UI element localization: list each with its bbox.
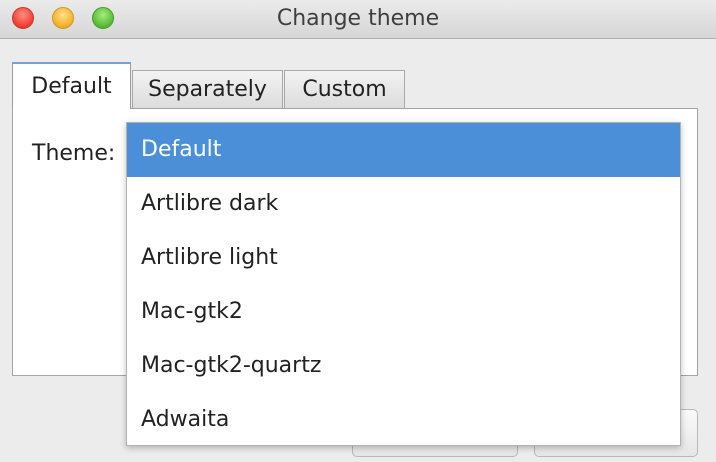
theme-option-mac-gtk2-quartz[interactable]: Mac-gtk2-quartz: [127, 339, 680, 393]
title-bar[interactable]: Change theme: [0, 0, 716, 39]
change-theme-window: Change theme Default Separately Custom T…: [0, 0, 716, 462]
theme-option-adwaita[interactable]: Adwaita: [127, 393, 680, 447]
theme-option-default[interactable]: Default: [127, 123, 680, 177]
tab-custom[interactable]: Custom: [284, 70, 405, 108]
theme-option-mac-gtk2[interactable]: Mac-gtk2: [127, 285, 680, 339]
tab-separately[interactable]: Separately: [132, 70, 283, 108]
window-title: Change theme: [276, 6, 440, 31]
theme-label: Theme:: [32, 141, 116, 166]
theme-option-artlibre-dark[interactable]: Artlibre dark: [127, 177, 680, 231]
theme-option-artlibre-light[interactable]: Artlibre light: [127, 231, 680, 285]
theme-dropdown-list[interactable]: Default Artlibre dark Artlibre light Mac…: [126, 122, 681, 446]
tab-default[interactable]: Default: [12, 62, 131, 109]
